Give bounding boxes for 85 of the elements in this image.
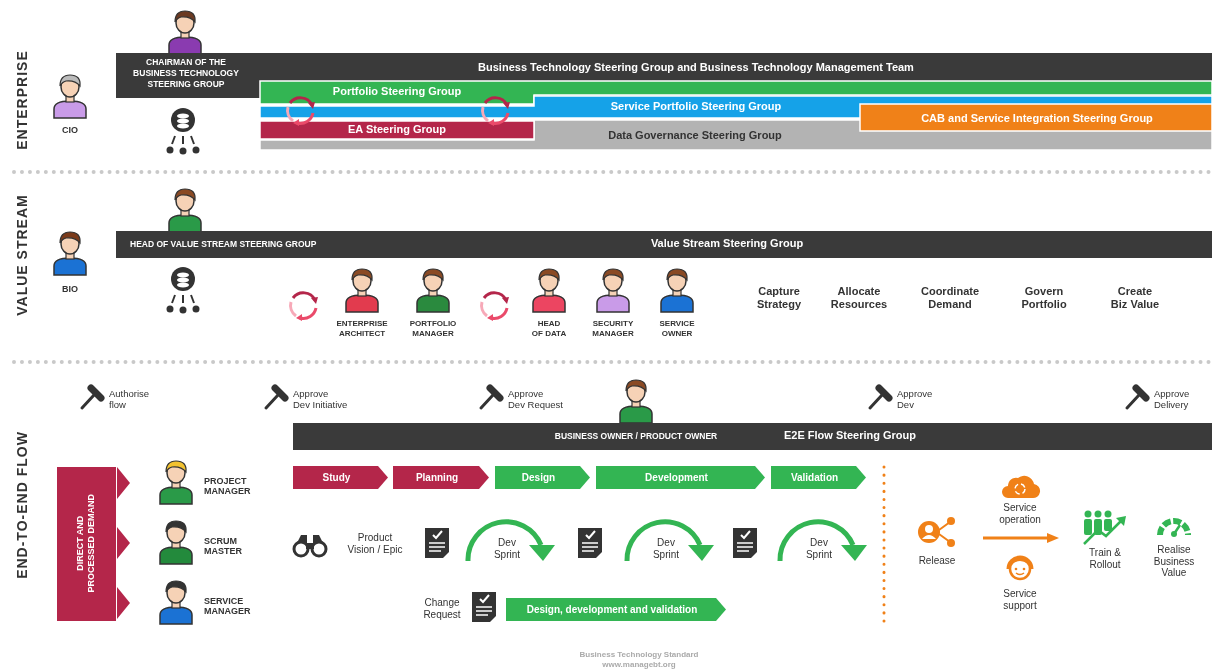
bar-title: Business Technology Steering Group and Business Technology Management Team: [478, 61, 914, 74]
gavel-icon: [263, 384, 289, 410]
cycle-arrows-icon: [283, 93, 317, 127]
chair-label: CHAIRMAN OF THE BUSINESS TECHNOLOGY STEERING GROUP: [133, 57, 239, 91]
activity-label: Coordinate Demand: [920, 285, 980, 312]
activity-label: Allocate Resources: [830, 285, 888, 312]
person-avatar: [529, 266, 569, 312]
binoculars-icon: [293, 535, 327, 557]
gavel-icon: [79, 384, 105, 410]
gate-label: Approve Dev Request: [508, 389, 563, 411]
person-avatar: [657, 266, 697, 312]
person-avatar: [156, 518, 196, 564]
person-avatar: [413, 266, 453, 312]
phase-step: Development: [596, 466, 765, 489]
role-label: ENTERPRISE ARCHITECT: [336, 319, 388, 340]
role-label: HEAD OF DATA: [531, 319, 567, 340]
role-label: SERVICE OWNER: [659, 319, 695, 340]
step-label: Product Vision / Epic: [347, 532, 403, 555]
person-avatar: [165, 8, 205, 54]
checklist-document-icon: [472, 592, 496, 622]
operation-label: Service operation: [999, 502, 1041, 525]
phase-step: Validation: [771, 466, 866, 489]
person-avatar: [165, 186, 205, 232]
person-avatar: [50, 72, 90, 118]
activity-label: Govern Portfolio: [1021, 285, 1067, 312]
headset-agent-icon: [1005, 554, 1035, 582]
gate-label: Authorise flow: [109, 389, 150, 411]
group-label: Data Governance Steering Group: [608, 129, 782, 142]
person-avatar: [156, 578, 196, 624]
checklist-document-icon: [578, 528, 602, 558]
section-label: VALUE STREAM: [14, 194, 30, 316]
person-share-icon: [917, 516, 957, 548]
gate-label: Approve Delivery: [1154, 389, 1190, 411]
team-growth-icon: [1082, 510, 1128, 546]
gavel-icon: [1124, 384, 1150, 410]
role-label: SECURITY MANAGER: [592, 319, 634, 340]
activity-label: Create Biz Value: [1110, 285, 1160, 312]
phase-step: Study: [293, 466, 388, 489]
cycle-arrows-icon: [477, 288, 511, 322]
cloud-icon: [1002, 474, 1038, 498]
footer-text: www.managebt.org: [602, 660, 676, 670]
person-avatar: [593, 266, 633, 312]
bar-title: Value Stream Steering Group: [650, 237, 804, 250]
operation-label: Service support: [1003, 588, 1037, 611]
person-avatar: [50, 229, 90, 275]
role-label: SCRUM MASTER: [204, 536, 242, 557]
phase-step: Planning: [393, 466, 489, 489]
role-label: PROJECT MANAGER: [204, 476, 251, 497]
phase-step: Design, development and validation: [506, 598, 726, 621]
bar-title: E2E Flow Steering Group: [784, 429, 916, 442]
operation-label: Realise Business Value: [1153, 544, 1195, 579]
step-label: Dev Sprint: [805, 537, 833, 560]
footer-text: Business Technology Standard: [579, 650, 699, 660]
phase-step: Design: [495, 466, 590, 489]
gavel-icon: [867, 384, 893, 410]
operation-label: Train & Rollout: [1089, 547, 1121, 570]
role-label: CIO: [62, 125, 78, 136]
group-label: Service Portfolio Steering Group: [610, 100, 782, 113]
owner-label: BUSINESS OWNER / PRODUCT OWNER: [554, 432, 718, 442]
operation-label: Release: [918, 555, 956, 567]
gate-label: Approve Dev: [897, 389, 933, 411]
head-label: HEAD OF VALUE STREAM STEERING GROUP: [130, 240, 317, 250]
step-label: Dev Sprint: [493, 537, 521, 560]
role-label: BIO: [62, 284, 78, 295]
gauge-icon: [1156, 515, 1192, 537]
checklist-document-icon: [425, 528, 449, 558]
section-label: ENTERPRISE: [14, 50, 30, 150]
demand-label: DIRECT AND PROCESSED DEMAND: [74, 494, 97, 593]
cycle-arrows-icon: [478, 93, 512, 127]
activity-label: Capture Strategy: [757, 285, 801, 312]
step-label: Change Request: [423, 597, 461, 620]
gavel-icon: [478, 384, 504, 410]
section-label: END-TO-END FLOW: [14, 431, 30, 579]
gate-label: Approve Dev Initiative: [293, 389, 348, 411]
group-label: CAB and Service Integration Steering Group: [921, 112, 1153, 125]
checklist-document-icon: [733, 528, 757, 558]
person-avatar: [156, 458, 196, 504]
person-avatar: [616, 377, 656, 423]
person-avatar: [342, 266, 382, 312]
role-label: SERVICE MANAGER: [204, 596, 251, 617]
group-label: EA Steering Group: [348, 123, 446, 136]
group-label: Portfolio Steering Group: [332, 85, 462, 98]
cycle-arrows-icon: [286, 288, 320, 322]
step-label: Dev Sprint: [652, 537, 680, 560]
role-label: PORTFOLIO MANAGER: [409, 319, 457, 340]
